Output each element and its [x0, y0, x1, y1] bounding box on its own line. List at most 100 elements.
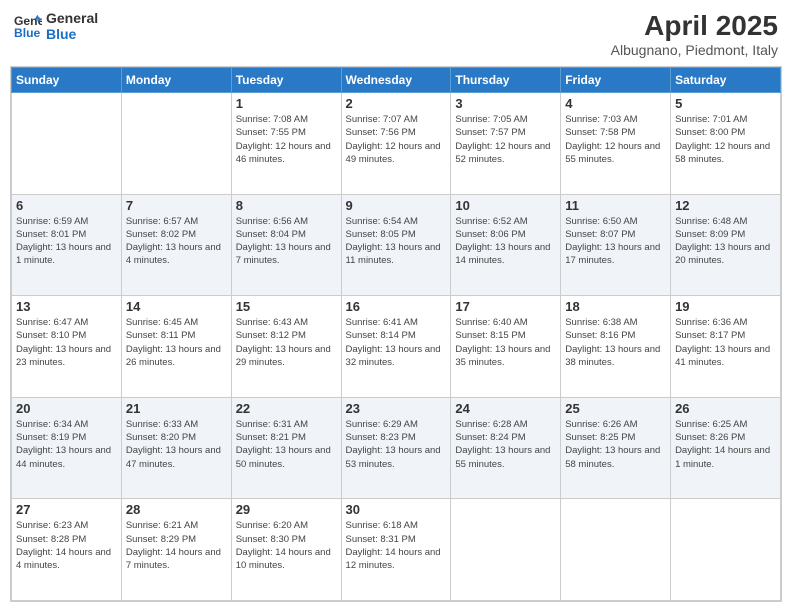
day-cell: 27Sunrise: 6:23 AMSunset: 8:28 PMDayligh… [12, 499, 122, 601]
day-info: Sunrise: 6:29 AMSunset: 8:23 PMDaylight:… [346, 418, 447, 471]
week-row-2: 6 Sunrise: 6:59 AMSunset: 8:01 PMDaylight… [12, 194, 781, 296]
day-number: 29 [236, 502, 337, 517]
day-info: Sunrise: 6:34 AMSunset: 8:19 PMDaylight:… [16, 418, 117, 471]
day-cell: 17 Sunrise: 6:40 AMSunset: 8:15 PMDayligh… [451, 296, 561, 398]
col-saturday: Saturday [671, 68, 781, 93]
col-tuesday: Tuesday [231, 68, 341, 93]
day-info: Sunrise: 6:57 AMSunset: 8:02 PMDaylight:… [126, 215, 227, 268]
day-cell: 8 Sunrise: 6:56 AMSunset: 8:04 PMDaylight… [231, 194, 341, 296]
day-cell: 16 Sunrise: 6:41 AMSunset: 8:14 PMDayligh… [341, 296, 451, 398]
day-info: Sunrise: 7:07 AMSunset: 7:56 PMDaylight:… [346, 113, 447, 166]
day-cell: 23 Sunrise: 6:29 AMSunset: 8:23 PMDayligh… [341, 397, 451, 499]
day-number: 5 [675, 96, 776, 111]
day-number: 9 [346, 198, 447, 213]
day-number: 14 [126, 299, 227, 314]
day-number: 16 [346, 299, 447, 314]
day-cell: 15 Sunrise: 6:43 AMSunset: 8:12 PMDayligh… [231, 296, 341, 398]
day-cell: 1 Sunrise: 7:08 AMSunset: 7:55 PMDaylight… [231, 93, 341, 195]
week-row-1: 1 Sunrise: 7:08 AMSunset: 7:55 PMDaylight… [12, 93, 781, 195]
day-number: 6 [16, 198, 117, 213]
day-info: Sunrise: 6:48 AMSunset: 8:09 PMDaylight:… [675, 215, 776, 268]
day-number: 8 [236, 198, 337, 213]
day-cell: 24 Sunrise: 6:28 AMSunset: 8:24 PMDayligh… [451, 397, 561, 499]
logo-blue: Blue [46, 26, 98, 42]
day-info: Sunrise: 6:38 AMSunset: 8:16 PMDaylight:… [565, 316, 666, 369]
day-cell: 26 Sunrise: 6:25 AMSunset: 8:26 PMDayligh… [671, 397, 781, 499]
day-number: 18 [565, 299, 666, 314]
calendar: Sunday Monday Tuesday Wednesday Thursday… [10, 66, 782, 602]
col-wednesday: Wednesday [341, 68, 451, 93]
day-info: Sunrise: 6:52 AMSunset: 8:06 PMDaylight:… [455, 215, 556, 268]
day-info: Sunrise: 6:25 AMSunset: 8:26 PMDaylight:… [675, 418, 776, 471]
day-number: 4 [565, 96, 666, 111]
day-number: 20 [16, 401, 117, 416]
calendar-header: Sunday Monday Tuesday Wednesday Thursday… [12, 68, 781, 93]
day-info: Sunrise: 6:26 AMSunset: 8:25 PMDaylight:… [565, 418, 666, 471]
calendar-body: 1 Sunrise: 7:08 AMSunset: 7:55 PMDaylight… [12, 93, 781, 601]
day-cell: 7Sunrise: 6:57 AMSunset: 8:02 PMDaylight… [121, 194, 231, 296]
day-cell [561, 499, 671, 601]
day-info: Sunrise: 6:31 AMSunset: 8:21 PMDaylight:… [236, 418, 337, 471]
day-info: Sunrise: 6:40 AMSunset: 8:15 PMDaylight:… [455, 316, 556, 369]
day-number: 1 [236, 96, 337, 111]
day-number: 23 [346, 401, 447, 416]
day-cell: 20 Sunrise: 6:34 AMSunset: 8:19 PMDayligh… [12, 397, 122, 499]
day-info: Sunrise: 6:18 AMSunset: 8:31 PMDaylight:… [346, 519, 447, 572]
day-number: 21 [126, 401, 227, 416]
week-row-3: 13 Sunrise: 6:47 AMSunset: 8:10 PMDayligh… [12, 296, 781, 398]
logo-general: General [46, 10, 98, 26]
day-info: Sunrise: 6:41 AMSunset: 8:14 PMDaylight:… [346, 316, 447, 369]
day-info: Sunrise: 7:03 AMSunset: 7:58 PMDaylight:… [565, 113, 666, 166]
day-number: 24 [455, 401, 556, 416]
day-info: Sunrise: 6:36 AMSunset: 8:17 PMDaylight:… [675, 316, 776, 369]
col-monday: Monday [121, 68, 231, 93]
col-friday: Friday [561, 68, 671, 93]
day-cell [671, 499, 781, 601]
day-number: 12 [675, 198, 776, 213]
col-thursday: Thursday [451, 68, 561, 93]
day-cell: 3Sunrise: 7:05 AMSunset: 7:57 PMDaylight… [451, 93, 561, 195]
day-info: Sunrise: 7:01 AMSunset: 8:00 PMDaylight:… [675, 113, 776, 166]
page: General Blue General Blue April 2025 Alb… [0, 0, 792, 612]
day-cell [12, 93, 122, 195]
day-info: Sunrise: 6:56 AMSunset: 8:04 PMDaylight:… [236, 215, 337, 268]
day-cell: 22 Sunrise: 6:31 AMSunset: 8:21 PMDayligh… [231, 397, 341, 499]
week-row-4: 20 Sunrise: 6:34 AMSunset: 8:19 PMDayligh… [12, 397, 781, 499]
day-number: 10 [455, 198, 556, 213]
day-info: Sunrise: 7:08 AMSunset: 7:55 PMDaylight:… [236, 113, 337, 166]
day-cell: 29 Sunrise: 6:20 AMSunset: 8:30 PMDayligh… [231, 499, 341, 601]
calendar-title: April 2025 [611, 10, 778, 42]
day-cell: 5 Sunrise: 7:01 AMSunset: 8:00 PMDaylight… [671, 93, 781, 195]
day-info: Sunrise: 6:45 AMSunset: 8:11 PMDaylight:… [126, 316, 227, 369]
day-cell: 21Sunrise: 6:33 AMSunset: 8:20 PMDayligh… [121, 397, 231, 499]
day-cell: 14 Sunrise: 6:45 AMSunset: 8:11 PMDayligh… [121, 296, 231, 398]
day-info: Sunrise: 6:28 AMSunset: 8:24 PMDaylight:… [455, 418, 556, 471]
day-cell: 9Sunrise: 6:54 AMSunset: 8:05 PMDaylight… [341, 194, 451, 296]
header-row: Sunday Monday Tuesday Wednesday Thursday… [12, 68, 781, 93]
day-number: 22 [236, 401, 337, 416]
col-sunday: Sunday [12, 68, 122, 93]
day-info: Sunrise: 6:43 AMSunset: 8:12 PMDaylight:… [236, 316, 337, 369]
day-cell: 11 Sunrise: 6:50 AMSunset: 8:07 PMDayligh… [561, 194, 671, 296]
day-number: 17 [455, 299, 556, 314]
day-cell: 19Sunrise: 6:36 AMSunset: 8:17 PMDayligh… [671, 296, 781, 398]
day-info: Sunrise: 6:50 AMSunset: 8:07 PMDaylight:… [565, 215, 666, 268]
header: General Blue General Blue April 2025 Alb… [10, 10, 782, 58]
day-number: 2 [346, 96, 447, 111]
day-cell: 2 Sunrise: 7:07 AMSunset: 7:56 PMDaylight… [341, 93, 451, 195]
day-cell: 6 Sunrise: 6:59 AMSunset: 8:01 PMDaylight… [12, 194, 122, 296]
day-number: 15 [236, 299, 337, 314]
day-info: Sunrise: 6:59 AMSunset: 8:01 PMDaylight:… [16, 215, 117, 268]
day-number: 27 [16, 502, 117, 517]
day-number: 30 [346, 502, 447, 517]
logo-icon: General Blue [14, 12, 42, 40]
day-info: Sunrise: 6:20 AMSunset: 8:30 PMDaylight:… [236, 519, 337, 572]
day-number: 13 [16, 299, 117, 314]
day-info: Sunrise: 6:47 AMSunset: 8:10 PMDaylight:… [16, 316, 117, 369]
calendar-subtitle: Albugnano, Piedmont, Italy [611, 42, 778, 58]
svg-text:Blue: Blue [14, 26, 41, 40]
day-number: 26 [675, 401, 776, 416]
week-row-5: 27Sunrise: 6:23 AMSunset: 8:28 PMDayligh… [12, 499, 781, 601]
day-number: 11 [565, 198, 666, 213]
day-cell: 25Sunrise: 6:26 AMSunset: 8:25 PMDayligh… [561, 397, 671, 499]
